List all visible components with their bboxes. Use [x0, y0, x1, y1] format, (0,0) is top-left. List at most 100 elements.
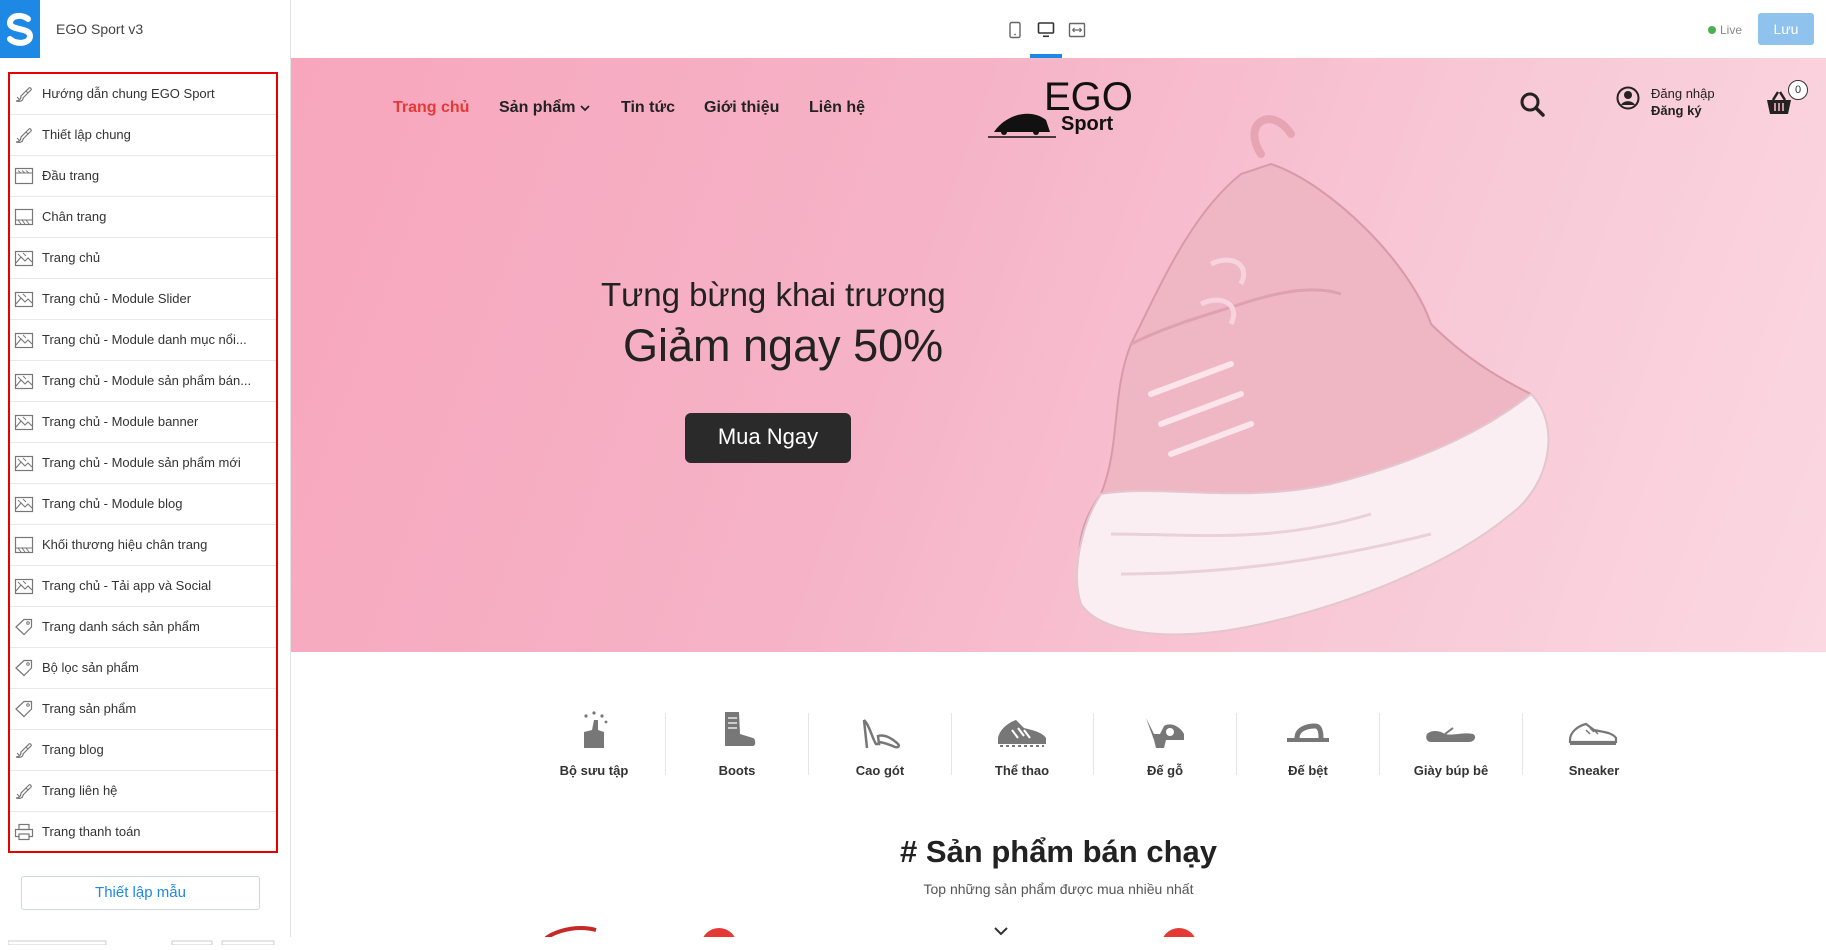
fullwidth-view-icon[interactable]: [1068, 21, 1086, 39]
section-item-label: Trang danh sách sản phẩm: [42, 619, 200, 634]
mobile-view-icon[interactable]: [1006, 21, 1024, 39]
category-label: Bộ sưu tập: [559, 763, 629, 778]
section-item-label: Trang liên hệ: [42, 783, 118, 798]
section-item-label: Trang chủ - Module sản phẩm mới: [42, 455, 241, 470]
section-item[interactable]: Trang chủ: [10, 238, 276, 279]
section-item[interactable]: Trang chủ - Module banner: [10, 402, 276, 443]
category-label: Cao gót: [855, 763, 905, 778]
storefront-preview: Trang chủ Sản phẩm Tin tức Giới thiệu Li…: [291, 58, 1826, 937]
section-item-label: Trang chủ - Module sản phẩm bán...: [42, 373, 252, 388]
section-item-label: Chân trang: [42, 209, 107, 224]
category-item[interactable]: Đế gỗ: [1094, 708, 1236, 788]
section-item-label: Trang chủ - Module danh mục nổi...: [42, 332, 247, 347]
category-label: Sneaker: [1568, 763, 1620, 778]
hero-discount: Giảm ngay 50%: [623, 320, 944, 371]
section-item[interactable]: Khối thương hiệu chân trang: [10, 525, 276, 566]
section-item[interactable]: Trang chủ - Tải app và Social: [10, 566, 276, 607]
boot-icon: [666, 708, 808, 752]
hero-slider: Trang chủ Sản phẩm Tin tức Giới thiệu Li…: [291, 58, 1826, 652]
section-item[interactable]: Trang chủ - Module Slider: [10, 279, 276, 320]
product-image-peek: [994, 927, 1008, 936]
image-icon: [14, 454, 34, 472]
sidebar-bottom-strip: [7, 932, 278, 946]
section-item[interactable]: Trang chủ - Module danh mục nổi...: [10, 320, 276, 361]
category-item[interactable]: Bộ sưu tập: [523, 708, 665, 788]
footer-layout-icon: [14, 536, 34, 554]
sneaker-icon: [1523, 708, 1665, 752]
section-item[interactable]: Trang liên hệ: [10, 771, 276, 812]
category-item[interactable]: Cao gót: [809, 708, 951, 788]
brand-logo[interactable]: EGO Sport: [986, 74, 1133, 140]
tag-icon: [14, 700, 34, 718]
buy-now-button[interactable]: Mua Ngay: [685, 413, 851, 463]
section-item[interactable]: Bộ lọc sản phẩm: [10, 648, 276, 689]
bestsellers-title: # Sản phẩm bán chạy: [900, 834, 1217, 869]
bestsellers-subtitle: Top những sản phẩm được mua nhiều nhất: [923, 881, 1194, 897]
app-logo[interactable]: [0, 0, 40, 58]
section-item[interactable]: Thiết lập chung: [10, 115, 276, 156]
nav-about[interactable]: Giới thiệu: [704, 99, 779, 117]
section-item[interactable]: Trang thanh toán: [10, 812, 276, 851]
section-item[interactable]: Trang chủ - Module sản phẩm bán...: [10, 361, 276, 402]
editor-topbar: EGO Sport v3 Live Lưu: [0, 0, 1826, 59]
login-link[interactable]: Đăng nhập: [1651, 86, 1715, 101]
hero-headline: Tưng bừng khai trương: [601, 276, 946, 313]
brush-icon: [14, 126, 34, 144]
image-icon: [14, 249, 34, 267]
ballet-flat-icon: [1380, 708, 1522, 752]
category-item[interactable]: Sneaker: [1523, 708, 1665, 788]
section-item[interactable]: Trang danh sách sản phẩm: [10, 607, 276, 648]
section-item[interactable]: Trang sản phẩm: [10, 689, 276, 730]
section-item-label: Trang blog: [42, 742, 104, 757]
category-label: Giày búp bê: [1413, 763, 1489, 778]
brush-icon: [14, 782, 34, 800]
wooden-sole-icon: [1094, 708, 1236, 752]
section-item[interactable]: Trang chủ - Module blog: [10, 484, 276, 525]
nav-contact[interactable]: Liên hệ: [809, 99, 865, 117]
category-item[interactable]: Giày búp bê: [1380, 708, 1522, 788]
brush-icon: [14, 741, 34, 759]
cart-count-badge: 0: [1788, 80, 1808, 100]
svg-text:Sport: Sport: [1061, 113, 1114, 135]
shoe-image: [1076, 115, 1550, 636]
tag-icon: [14, 659, 34, 677]
section-item-label: Trang chủ - Module Slider: [42, 291, 192, 306]
category-item[interactable]: Boots: [666, 708, 808, 788]
nav-news[interactable]: Tin tức: [621, 99, 675, 117]
template-settings-button[interactable]: Thiết lập mẫu: [21, 876, 260, 910]
register-link[interactable]: Đăng ký: [1651, 103, 1702, 118]
category-item[interactable]: Đế bệt: [1237, 708, 1379, 788]
sport-shoe-icon: [951, 708, 1093, 752]
section-item[interactable]: Trang blog: [10, 730, 276, 771]
image-icon: [14, 290, 34, 308]
flat-sandal-icon: [1237, 708, 1379, 752]
nav-products[interactable]: Sản phẩm: [499, 99, 590, 117]
section-item-label: Đầu trang: [42, 168, 100, 183]
theme-sections-sidebar: Hướng dẫn chung EGO Sport Thiết lập chung…: [0, 58, 291, 946]
search-icon[interactable]: [1519, 91, 1545, 117]
nav-home[interactable]: Trang chủ: [393, 99, 469, 117]
header-layout-icon: [14, 167, 34, 185]
section-item-label: Khối thương hiệu chân trang: [42, 537, 208, 552]
section-item-label: Thiết lập chung: [42, 127, 131, 142]
section-item[interactable]: Đầu trang: [10, 156, 276, 197]
section-item-label: Hướng dẫn chung EGO Sport: [42, 86, 215, 101]
image-icon: [14, 577, 34, 595]
desktop-view-icon[interactable]: [1037, 21, 1055, 39]
account-icon[interactable]: [1616, 86, 1640, 110]
category-label: Boots: [718, 763, 756, 778]
category-item[interactable]: Thể thao: [951, 708, 1093, 788]
footer-layout-icon: [14, 208, 34, 226]
section-item[interactable]: Chân trang: [10, 197, 276, 238]
nav-products-label: Sản phẩm: [499, 99, 576, 116]
product-image-peek: [544, 926, 597, 937]
category-label: Đế gỗ: [1146, 763, 1184, 778]
category-label: Đế bệt: [1288, 763, 1328, 778]
section-item[interactable]: Trang chủ - Module sản phẩm mới: [10, 443, 276, 484]
section-item-label: Trang chủ: [42, 250, 101, 265]
store-name: EGO Sport v3: [56, 21, 144, 37]
section-item[interactable]: Hướng dẫn chung EGO Sport: [10, 74, 276, 115]
save-button[interactable]: Lưu: [1758, 13, 1814, 45]
tag-icon: [14, 618, 34, 636]
high-heel-icon: [809, 708, 951, 752]
